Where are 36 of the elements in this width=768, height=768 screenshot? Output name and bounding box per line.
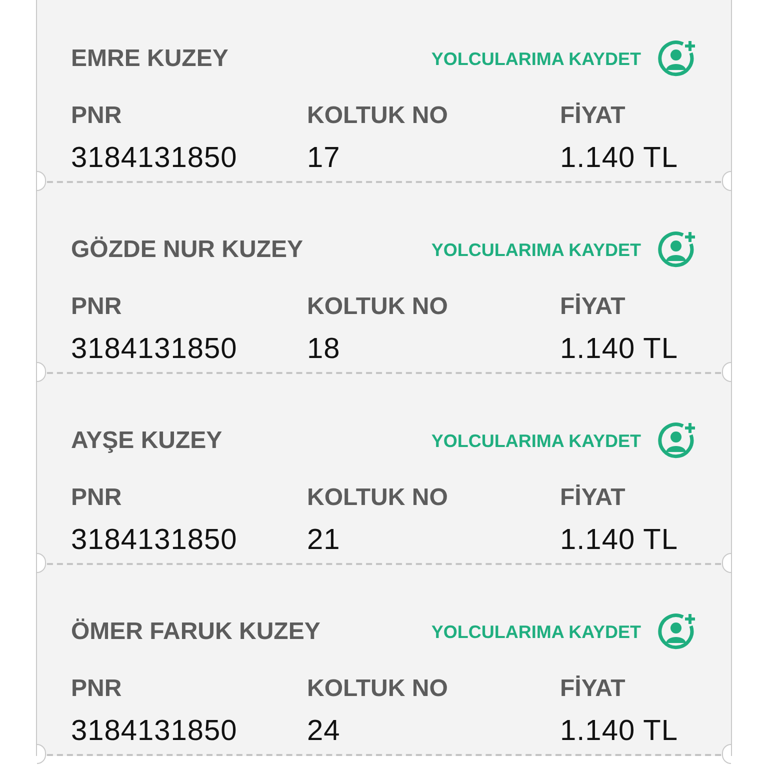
pnr-value: 3184131850 <box>71 714 238 748</box>
add-person-icon <box>657 230 697 270</box>
passenger-name: GÖZDE NUR KUZEY <box>71 236 304 264</box>
save-passenger-button[interactable]: YOLCULARIMA KAYDET <box>431 612 697 652</box>
save-passenger-button[interactable]: YOLCULARIMA KAYDET <box>431 230 697 270</box>
pnr-value: 3184131850 <box>71 141 238 175</box>
seat-label: KOLTUK NO <box>307 674 449 704</box>
pnr-label: PNR <box>71 674 123 704</box>
price-label: FİYAT <box>560 483 626 513</box>
pnr-label: PNR <box>71 292 123 322</box>
seat-label: KOLTUK NO <box>307 483 449 513</box>
seat-label: KOLTUK NO <box>307 101 449 131</box>
seat-value: 21 <box>307 523 342 557</box>
passenger-name: AYŞE KUZEY <box>71 427 222 455</box>
seat-value: 24 <box>307 714 342 748</box>
price-label: FİYAT <box>560 674 626 704</box>
seat-value: 17 <box>307 141 342 175</box>
price-value: 1.140 TL <box>560 332 679 366</box>
passenger-name: ÖMER FARUK KUZEY <box>71 618 320 646</box>
price-value: 1.140 TL <box>560 523 679 557</box>
add-person-icon <box>657 39 697 79</box>
pnr-value: 3184131850 <box>71 332 238 366</box>
price-value: 1.140 TL <box>560 141 679 175</box>
seat-value: 18 <box>307 332 342 366</box>
price-label: FİYAT <box>560 292 626 322</box>
pnr-label: PNR <box>71 483 123 513</box>
add-person-icon <box>657 612 697 652</box>
save-passenger-button[interactable]: YOLCULARIMA KAYDET <box>431 39 697 79</box>
seat-label: KOLTUK NO <box>307 292 449 322</box>
price-value: 1.140 TL <box>560 714 679 748</box>
save-passenger-button[interactable]: YOLCULARIMA KAYDET <box>431 421 697 461</box>
pnr-value: 3184131850 <box>71 523 238 557</box>
pnr-label: PNR <box>71 101 123 131</box>
add-person-icon <box>657 421 697 461</box>
price-label: FİYAT <box>560 101 626 131</box>
passenger-name: EMRE KUZEY <box>71 45 228 73</box>
